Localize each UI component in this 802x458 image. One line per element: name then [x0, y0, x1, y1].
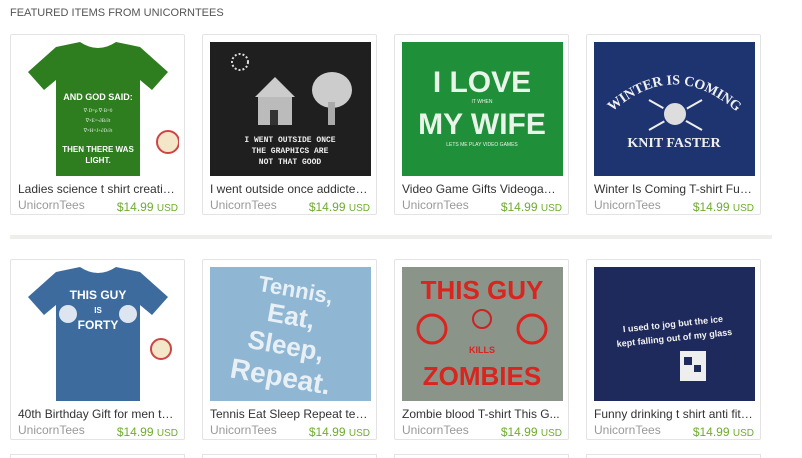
section-title: FEATURED ITEMS FROM UNICORNTEES — [10, 7, 224, 19]
listing-image[interactable]: Tennis, Eat, Sleep, Repeat. — [210, 267, 371, 401]
svg-text:THE GRAPHICS ARE: THE GRAPHICS ARE — [252, 147, 329, 156]
shop-name[interactable]: UnicornTees — [210, 198, 277, 212]
svg-text:LIGHT.: LIGHT. — [85, 156, 110, 165]
listing-card[interactable]: WINTER IS COMING KNIT FASTER Winter Is C… — [586, 34, 761, 215]
listing-title[interactable]: Funny drinking t shirt anti fitn... — [594, 407, 755, 421]
tshirt-went-outside-image: I WENT OUTSIDE ONCE THE GRAPHICS ARE NOT… — [210, 42, 371, 176]
tshirt-science-image: AND GOD SAID: ∇·D=ρ ∇·B=0 ∇×E=-∂B/∂t ∇×H… — [18, 42, 179, 176]
listing-image[interactable]: AND GOD SAID: ∇·D=ρ ∇·B=0 ∇×E=-∂B/∂t ∇×H… — [18, 42, 179, 176]
listing-title[interactable]: Tennis Eat Sleep Repeat ten... — [210, 407, 371, 421]
svg-text:MY WIFE: MY WIFE — [418, 108, 546, 141]
tshirt-winter-knit-image: WINTER IS COMING KNIT FASTER — [594, 42, 755, 176]
listing-card-partial[interactable] — [10, 454, 185, 458]
listing-card-partial[interactable] — [586, 454, 761, 458]
listing-price: $14.99 USD — [116, 425, 178, 439]
listing-price: $14.99 USD — [692, 425, 754, 439]
tshirt-zombies-image: THIS GUY KILLS ZOMBIES — [402, 267, 563, 401]
listing-title[interactable]: 40th Birthday Gift for men tsh... — [18, 407, 179, 421]
listing-title[interactable]: I went outside once addicted... — [210, 182, 371, 196]
svg-text:FORTY: FORTY — [78, 318, 119, 332]
svg-text:IS: IS — [94, 306, 102, 315]
svg-text:∇×E=-∂B/∂t: ∇×E=-∂B/∂t — [85, 118, 111, 124]
tshirt-forty-image: THIS GUY IS FORTY — [18, 267, 179, 401]
listing-image[interactable]: I used to jog but the ice kept falling o… — [594, 267, 755, 401]
listing-image[interactable]: THIS GUY KILLS ZOMBIES — [402, 267, 563, 401]
svg-text:ZOMBIES: ZOMBIES — [423, 361, 541, 391]
listing-card[interactable]: THIS GUY KILLS ZOMBIES Zombie blood T-sh… — [394, 259, 569, 440]
listing-price: $14.99 USD — [500, 425, 562, 439]
shop-name[interactable]: UnicornTees — [210, 423, 277, 437]
listing-image[interactable]: I WENT OUTSIDE ONCE THE GRAPHICS ARE NOT… — [210, 42, 371, 176]
shop-name[interactable]: UnicornTees — [18, 198, 85, 212]
listing-image[interactable]: I LOVE IT WHEN MY WIFE LETS ME PLAY VIDE… — [402, 42, 563, 176]
svg-text:THIS GUY: THIS GUY — [70, 288, 127, 302]
listing-title[interactable]: Ladies science t shirt creatio... — [18, 182, 179, 196]
svg-text:KILLS: KILLS — [469, 345, 495, 355]
svg-text:THEN THERE WAS: THEN THERE WAS — [62, 145, 134, 154]
listing-card-partial[interactable] — [202, 454, 377, 458]
listing-card[interactable]: I used to jog but the ice kept falling o… — [586, 259, 761, 440]
listing-price: $14.99 USD — [308, 425, 370, 439]
svg-text:∇×H=J+∂D/∂t: ∇×H=J+∂D/∂t — [83, 128, 113, 134]
svg-text:I LOVE: I LOVE — [433, 66, 531, 99]
svg-text:KNIT FASTER: KNIT FASTER — [627, 136, 721, 151]
tshirt-jog-ice-image: I used to jog but the ice kept falling o… — [594, 267, 755, 401]
listing-title[interactable]: Winter Is Coming T-shirt Fun... — [594, 182, 755, 196]
listing-card[interactable]: Tennis, Eat, Sleep, Repeat. Tennis Eat S… — [202, 259, 377, 440]
listing-price: $14.99 USD — [116, 200, 178, 214]
tshirt-love-wife-image: I LOVE IT WHEN MY WIFE LETS ME PLAY VIDE… — [402, 42, 563, 176]
listing-price: $14.99 USD — [500, 200, 562, 214]
shop-name[interactable]: UnicornTees — [402, 198, 469, 212]
svg-text:THIS GUY: THIS GUY — [421, 275, 544, 305]
listing-image[interactable]: WINTER IS COMING KNIT FASTER — [594, 42, 755, 176]
shop-name[interactable]: UnicornTees — [594, 198, 661, 212]
svg-text:∇·D=ρ ∇·B=0: ∇·D=ρ ∇·B=0 — [83, 108, 113, 114]
listing-card[interactable]: I LOVE IT WHEN MY WIFE LETS ME PLAY VIDE… — [394, 34, 569, 215]
shop-name[interactable]: UnicornTees — [18, 423, 85, 437]
listing-card[interactable]: THIS GUY IS FORTY 40th Birthday Gift for… — [10, 259, 185, 440]
shop-name[interactable]: UnicornTees — [402, 423, 469, 437]
listing-price: $14.99 USD — [692, 200, 754, 214]
svg-text:AND GOD SAID:: AND GOD SAID: — [63, 92, 133, 102]
svg-text:NOT THAT GOOD: NOT THAT GOOD — [259, 158, 322, 167]
listing-card[interactable]: I WENT OUTSIDE ONCE THE GRAPHICS ARE NOT… — [202, 34, 377, 215]
listing-card[interactable]: AND GOD SAID: ∇·D=ρ ∇·B=0 ∇×E=-∂B/∂t ∇×H… — [10, 34, 185, 215]
svg-text:IT WHEN: IT WHEN — [471, 99, 492, 105]
shop-name[interactable]: UnicornTees — [594, 423, 661, 437]
listing-price: $14.99 USD — [308, 200, 370, 214]
svg-text:I WENT OUTSIDE ONCE: I WENT OUTSIDE ONCE — [244, 136, 335, 145]
listing-title[interactable]: Zombie blood T-shirt This G... — [402, 407, 563, 421]
listing-title[interactable]: Video Game Gifts Videogam... — [402, 182, 563, 196]
tshirt-tennis-image: Tennis, Eat, Sleep, Repeat. — [210, 267, 371, 401]
listing-card-partial[interactable] — [394, 454, 569, 458]
row-divider — [10, 235, 772, 239]
svg-text:LETS ME PLAY VIDEO GAMES: LETS ME PLAY VIDEO GAMES — [446, 142, 518, 148]
listing-image[interactable]: THIS GUY IS FORTY — [18, 267, 179, 401]
